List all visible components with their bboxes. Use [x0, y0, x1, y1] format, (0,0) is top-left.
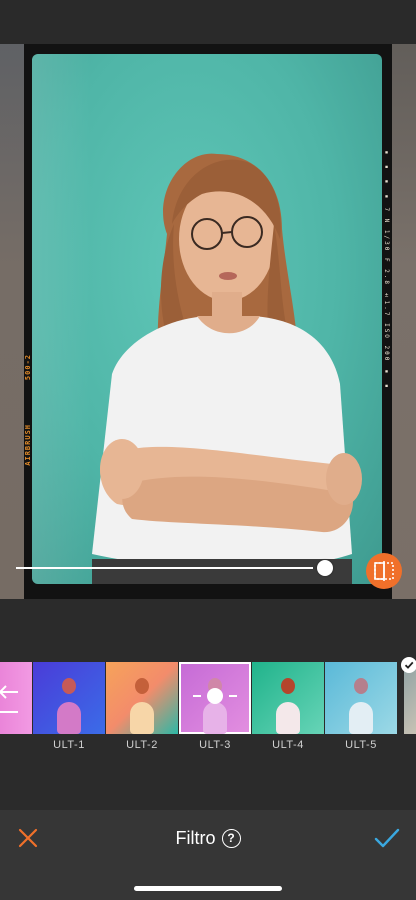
canvas-backdrop-left: [0, 44, 24, 599]
canvas-backdrop-right: [392, 44, 416, 599]
photo-canvas[interactable]: 500-2 AIRBRUSH ▪ ▪ ▪ ▪ 7 N 1/30 F 2.8 ±1…: [0, 44, 416, 599]
filter-item-ult-2[interactable]: ULT-2: [106, 660, 178, 760]
adjust-slider-icon: [193, 688, 237, 704]
intensity-slider-knob[interactable]: [316, 560, 333, 576]
filter-item-ult-5[interactable]: ULT-5: [325, 660, 397, 760]
intensity-slider-track[interactable]: [16, 567, 313, 569]
pack-selected-badge: [401, 657, 416, 673]
confirm-button[interactable]: [372, 824, 402, 852]
undo-icon: [0, 685, 18, 713]
filter-thumbnail: [179, 662, 251, 734]
filter-item-undo[interactable]: [0, 660, 32, 760]
filter-label: ULT-1: [53, 739, 85, 751]
filter-editor-screen: 500-2 AIRBRUSH ▪ ▪ ▪ ▪ 7 N 1/30 F 2.8 ±1…: [0, 0, 416, 900]
help-icon[interactable]: ?: [221, 829, 241, 848]
filter-item-ult-3[interactable]: ULT-3: [179, 660, 251, 760]
filter-item-ult-4[interactable]: ULT-4: [252, 660, 324, 760]
check-icon: [404, 661, 414, 669]
film-exposure-text: ▪ ▪ ▪ ▪ 7 N 1/30 F 2.8 ±1.7 ISO 200 ▪ ▪ …: [383, 149, 390, 389]
check-icon: [374, 828, 400, 848]
home-indicator[interactable]: [134, 886, 282, 891]
filter-label: ULT-4: [272, 739, 304, 751]
status-bar: [0, 0, 416, 44]
film-brand-text: 500-2 AIRBRUSH: [24, 354, 32, 466]
filter-thumbnail: [325, 662, 397, 734]
filter-label: ULT-2: [126, 739, 158, 751]
film-frame: 500-2 AIRBRUSH ▪ ▪ ▪ ▪ 7 N 1/30 F 2.8 ±1…: [24, 44, 392, 599]
portrait-illustration: [92, 153, 362, 584]
compare-button[interactable]: [366, 553, 402, 589]
filter-thumbnail: [33, 662, 105, 734]
filter-item-ult-1[interactable]: ULT-1: [33, 660, 105, 760]
bottom-toolbar: Filtro?: [0, 810, 416, 900]
filter-strip[interactable]: ULT-1 ULT-2 ULT-3 ULT-4 ULT-5: [0, 660, 416, 760]
filter-label: ULT-3: [199, 739, 231, 751]
filter-thumbnail: [252, 662, 324, 734]
filter-thumbnail: [106, 662, 178, 734]
filter-label: ULT-5: [345, 739, 377, 751]
compare-icon: [374, 561, 394, 581]
filter-item-next[interactable]: [404, 660, 416, 760]
toolbar-title: Filtro: [175, 828, 216, 848]
edited-photo[interactable]: [32, 54, 382, 584]
